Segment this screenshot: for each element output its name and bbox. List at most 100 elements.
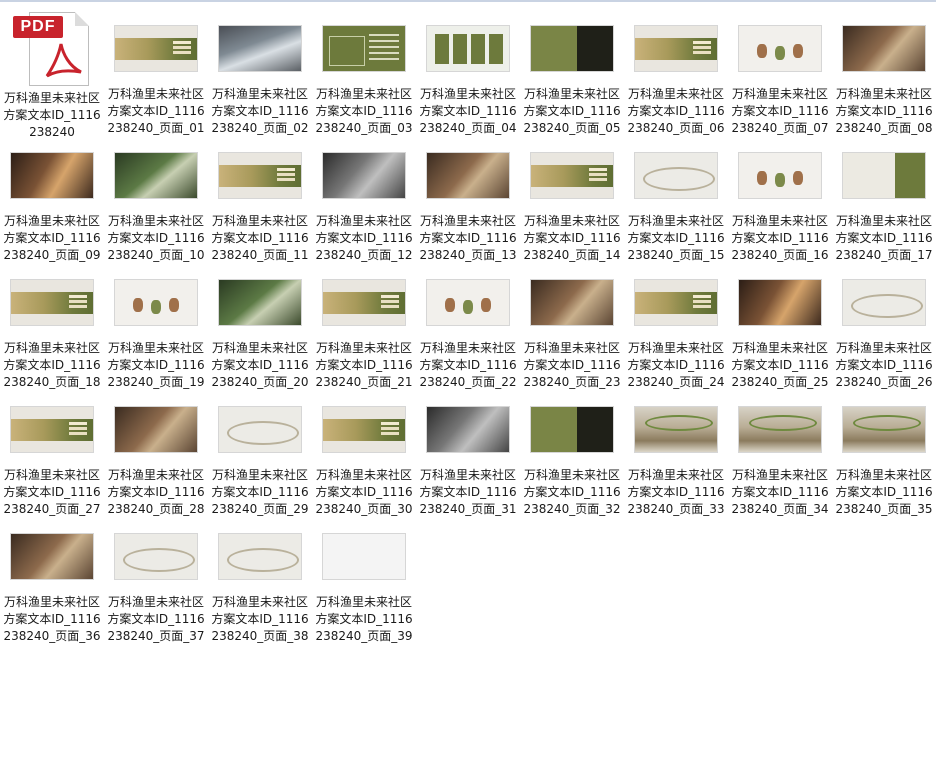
thumbnail-image [322,24,406,72]
thumbnail-image [634,405,718,453]
file-name-label: 万科渔里未来社区方案文本ID_1116238240_页面_22 [419,341,517,389]
file-name-label: 万科渔里未来社区方案文本ID_1116238240_页面_13 [419,214,517,262]
thumbnail-image [114,151,198,199]
thumbnail-container [624,264,728,340]
file-name-label: 万科渔里未来社区方案文本ID_1116238240_页面_25 [731,341,829,389]
file-name-label: 万科渔里未来社区方案文本ID_1116238240_页面_09 [3,214,101,262]
file-item-image[interactable]: 万科渔里未来社区方案文本ID_1116238240_页面_09 [0,137,104,264]
file-item-image[interactable]: 万科渔里未来社区方案文本ID_1116238240_页面_22 [416,264,520,391]
thumbnail-image [10,405,94,453]
file-item-image[interactable]: 万科渔里未来社区方案文本ID_1116238240_页面_07 [728,10,832,137]
thumbnail-container [416,391,520,467]
thumbnail-image [426,24,510,72]
thumbnail-image [738,24,822,72]
file-item-image[interactable]: 万科渔里未来社区方案文本ID_1116238240_页面_27 [0,391,104,518]
thumbnail-image [10,532,94,580]
file-item-image[interactable]: 万科渔里未来社区方案文本ID_1116238240_页面_12 [312,137,416,264]
thumbnail-container [416,10,520,86]
file-name-label: 万科渔里未来社区方案文本ID_1116238240_页面_32 [523,468,621,516]
thumbnail-container [832,264,936,340]
thumbnail-container [728,137,832,213]
thumbnail-container [104,10,208,86]
thumbnail-image [738,151,822,199]
file-item-image[interactable]: 万科渔里未来社区方案文本ID_1116238240_页面_28 [104,391,208,518]
file-item-image[interactable]: 万科渔里未来社区方案文本ID_1116238240_页面_32 [520,391,624,518]
file-item-image[interactable]: 万科渔里未来社区方案文本ID_1116238240_页面_26 [832,264,936,391]
file-name-label: 万科渔里未来社区方案文本ID_1116238240_页面_24 [627,341,725,389]
file-item-image[interactable]: 万科渔里未来社区方案文本ID_1116238240_页面_16 [728,137,832,264]
thumbnail-image [322,278,406,326]
file-name-label: 万科渔里未来社区方案文本ID_1116238240_页面_19 [107,341,205,389]
file-name-label: 万科渔里未来社区方案文本ID_1116238240_页面_15 [627,214,725,262]
thumbnail-container [208,518,312,594]
thumbnail-container [416,264,520,340]
thumbnail-container [832,137,936,213]
file-name-label: 万科渔里未来社区方案文本ID_1116238240_页面_16 [731,214,829,262]
file-item-image[interactable]: 万科渔里未来社区方案文本ID_1116238240_页面_02 [208,10,312,137]
file-item-image[interactable]: 万科渔里未来社区方案文本ID_1116238240_页面_31 [416,391,520,518]
file-name-label: 万科渔里未来社区方案文本ID_1116238240_页面_21 [315,341,413,389]
file-name-label: 万科渔里未来社区方案文本ID_1116238240_页面_05 [523,87,621,135]
thumbnail-image [114,24,198,72]
file-item-image[interactable]: 万科渔里未来社区方案文本ID_1116238240_页面_04 [416,10,520,137]
thumbnail-image [218,405,302,453]
file-item-image[interactable]: 万科渔里未来社区方案文本ID_1116238240_页面_19 [104,264,208,391]
file-name-label: 万科渔里未来社区方案文本ID_1116238240_页面_08 [835,87,933,135]
file-grid: PDF 万科渔里未来社区方案文本ID_1116238240 万科渔里未来社区方案文本… [0,10,936,645]
file-item-image[interactable]: 万科渔里未来社区方案文本ID_1116238240_页面_17 [832,137,936,264]
thumbnail-image [738,278,822,326]
file-item-image[interactable]: 万科渔里未来社区方案文本ID_1116238240_页面_29 [208,391,312,518]
thumbnail-container [832,391,936,467]
file-item-image[interactable]: 万科渔里未来社区方案文本ID_1116238240_页面_03 [312,10,416,137]
file-name-label: 万科渔里未来社区方案文本ID_1116238240_页面_03 [315,87,413,135]
file-item-image[interactable]: 万科渔里未来社区方案文本ID_1116238240_页面_24 [624,264,728,391]
file-item-image[interactable]: 万科渔里未来社区方案文本ID_1116238240_页面_06 [624,10,728,137]
file-name-label: 万科渔里未来社区方案文本ID_1116238240_页面_36 [3,595,101,643]
file-item-image[interactable]: 万科渔里未来社区方案文本ID_1116238240_页面_23 [520,264,624,391]
thumbnail-image [322,532,406,580]
file-item-image[interactable]: 万科渔里未来社区方案文本ID_1116238240_页面_15 [624,137,728,264]
thumbnail-image [218,151,302,199]
thumbnail-image [114,278,198,326]
file-item-image[interactable]: 万科渔里未来社区方案文本ID_1116238240_页面_38 [208,518,312,645]
file-name-label: 万科渔里未来社区方案文本ID_1116238240_页面_26 [835,341,933,389]
file-item-pdf[interactable]: PDF 万科渔里未来社区方案文本ID_1116238240 [0,10,104,139]
file-item-image[interactable]: 万科渔里未来社区方案文本ID_1116238240_页面_11 [208,137,312,264]
thumbnail-image [10,151,94,199]
file-item-image[interactable]: 万科渔里未来社区方案文本ID_1116238240_页面_13 [416,137,520,264]
file-item-image[interactable]: 万科渔里未来社区方案文本ID_1116238240_页面_01 [104,10,208,137]
file-item-image[interactable]: 万科渔里未来社区方案文本ID_1116238240_页面_10 [104,137,208,264]
file-item-image[interactable]: 万科渔里未来社区方案文本ID_1116238240_页面_36 [0,518,104,645]
file-name-label: 万科渔里未来社区方案文本ID_1116238240_页面_11 [211,214,309,262]
thumbnail-image [530,278,614,326]
thumbnail-image [426,405,510,453]
file-name-label: 万科渔里未来社区方案文本ID_1116238240_页面_10 [107,214,205,262]
file-item-image[interactable]: 万科渔里未来社区方案文本ID_1116238240_页面_37 [104,518,208,645]
thumbnail-container [0,264,104,340]
file-item-image[interactable]: 万科渔里未来社区方案文本ID_1116238240_页面_30 [312,391,416,518]
thumbnail-container [104,137,208,213]
file-item-image[interactable]: 万科渔里未来社区方案文本ID_1116238240_页面_20 [208,264,312,391]
thumbnail-container [520,391,624,467]
thumbnail-container [728,391,832,467]
file-item-image[interactable]: 万科渔里未来社区方案文本ID_1116238240_页面_39 [312,518,416,645]
thumbnail-image [426,278,510,326]
file-item-image[interactable]: 万科渔里未来社区方案文本ID_1116238240_页面_14 [520,137,624,264]
window-top-border [0,0,936,2]
file-item-image[interactable]: 万科渔里未来社区方案文本ID_1116238240_页面_35 [832,391,936,518]
file-item-image[interactable]: 万科渔里未来社区方案文本ID_1116238240_页面_21 [312,264,416,391]
file-item-image[interactable]: 万科渔里未来社区方案文本ID_1116238240_页面_18 [0,264,104,391]
file-item-image[interactable]: 万科渔里未来社区方案文本ID_1116238240_页面_34 [728,391,832,518]
file-item-image[interactable]: 万科渔里未来社区方案文本ID_1116238240_页面_05 [520,10,624,137]
file-item-image[interactable]: 万科渔里未来社区方案文本ID_1116238240_页面_08 [832,10,936,137]
file-name-label: 万科渔里未来社区方案文本ID_1116238240_页面_33 [627,468,725,516]
file-name-label: 万科渔里未来社区方案文本ID_1116238240 [3,91,101,139]
file-name-label: 万科渔里未来社区方案文本ID_1116238240_页面_27 [3,468,101,516]
file-item-image[interactable]: 万科渔里未来社区方案文本ID_1116238240_页面_25 [728,264,832,391]
acrobat-symbol-icon [45,43,82,78]
thumbnail-image [114,405,198,453]
file-item-image[interactable]: 万科渔里未来社区方案文本ID_1116238240_页面_33 [624,391,728,518]
thumbnail-image [842,278,926,326]
file-name-label: 万科渔里未来社区方案文本ID_1116238240_页面_23 [523,341,621,389]
file-name-label: 万科渔里未来社区方案文本ID_1116238240_页面_30 [315,468,413,516]
